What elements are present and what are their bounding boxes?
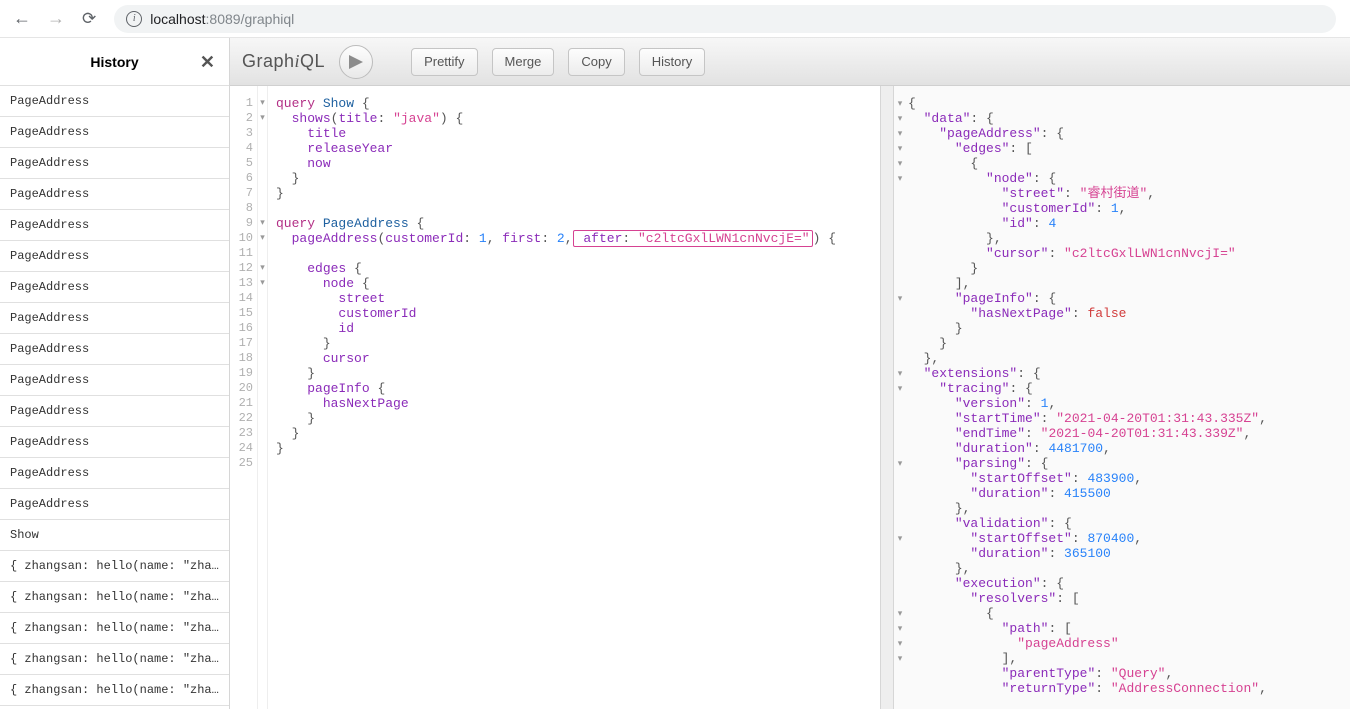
reload-icon[interactable]: ⟳ [82,9,96,29]
history-item[interactable]: { zhangsan: hello(name: "zhangs… [0,613,229,644]
history-item[interactable]: PageAddress [0,148,229,179]
close-icon[interactable]: ✕ [200,52,215,73]
history-list: PageAddressPageAddressPageAddressPageAdd… [0,86,229,709]
history-header: History ✕ [0,38,229,86]
history-item[interactable]: { zhangsan: hello(name: "zhangs… [0,582,229,613]
history-item[interactable]: { zhangsan: hello(name: "zhangs… [0,644,229,675]
history-button[interactable]: History [639,48,705,76]
prettify-button[interactable]: Prettify [411,48,477,76]
history-title: History [90,54,138,70]
history-item[interactable]: { zhangsan: hello(name: "zhangs… [0,675,229,706]
history-item[interactable]: PageAddress [0,117,229,148]
history-item[interactable]: Show [0,520,229,551]
history-item[interactable]: PageAddress [0,303,229,334]
nav-forward-icon[interactable]: → [48,11,64,27]
history-item[interactable]: PageAddress [0,272,229,303]
url-text: localhost:8089/graphiql [150,11,294,27]
history-item[interactable]: PageAddress [0,396,229,427]
merge-button[interactable]: Merge [492,48,555,76]
nav-back-icon[interactable]: ← [14,11,30,27]
query-editor[interactable]: 1234567891011121314151617181920212223242… [230,86,880,709]
graphiql-logo: GraphiQL [242,51,325,72]
history-item[interactable]: PageAddress [0,86,229,117]
url-bar[interactable]: i localhost:8089/graphiql [114,5,1336,33]
history-item[interactable]: PageAddress [0,241,229,272]
history-item[interactable]: PageAddress [0,365,229,396]
history-item[interactable]: PageAddress [0,210,229,241]
site-info-icon[interactable]: i [126,11,142,27]
graphiql-topbar: GraphiQL Prettify Merge Copy History [230,38,1350,86]
history-panel: History ✕ PageAddressPageAddressPageAddr… [0,38,230,709]
history-item[interactable]: PageAddress [0,334,229,365]
history-item[interactable]: { zhangsan: hello(name: "zhangs… [0,551,229,582]
history-item[interactable]: PageAddress [0,458,229,489]
history-item[interactable]: PageAddress [0,179,229,210]
editor-result-divider[interactable] [880,86,894,709]
history-item[interactable]: PageAddress [0,427,229,458]
browser-chrome: ← → ⟳ i localhost:8089/graphiql [0,0,1350,38]
copy-button[interactable]: Copy [568,48,624,76]
history-item[interactable]: PageAddress [0,489,229,520]
run-button[interactable] [339,45,373,79]
result-pane: ▾▾▾▾▾▾▾▾▾▾▾▾▾▾▾ { "data": { "pageAddress… [894,86,1350,709]
